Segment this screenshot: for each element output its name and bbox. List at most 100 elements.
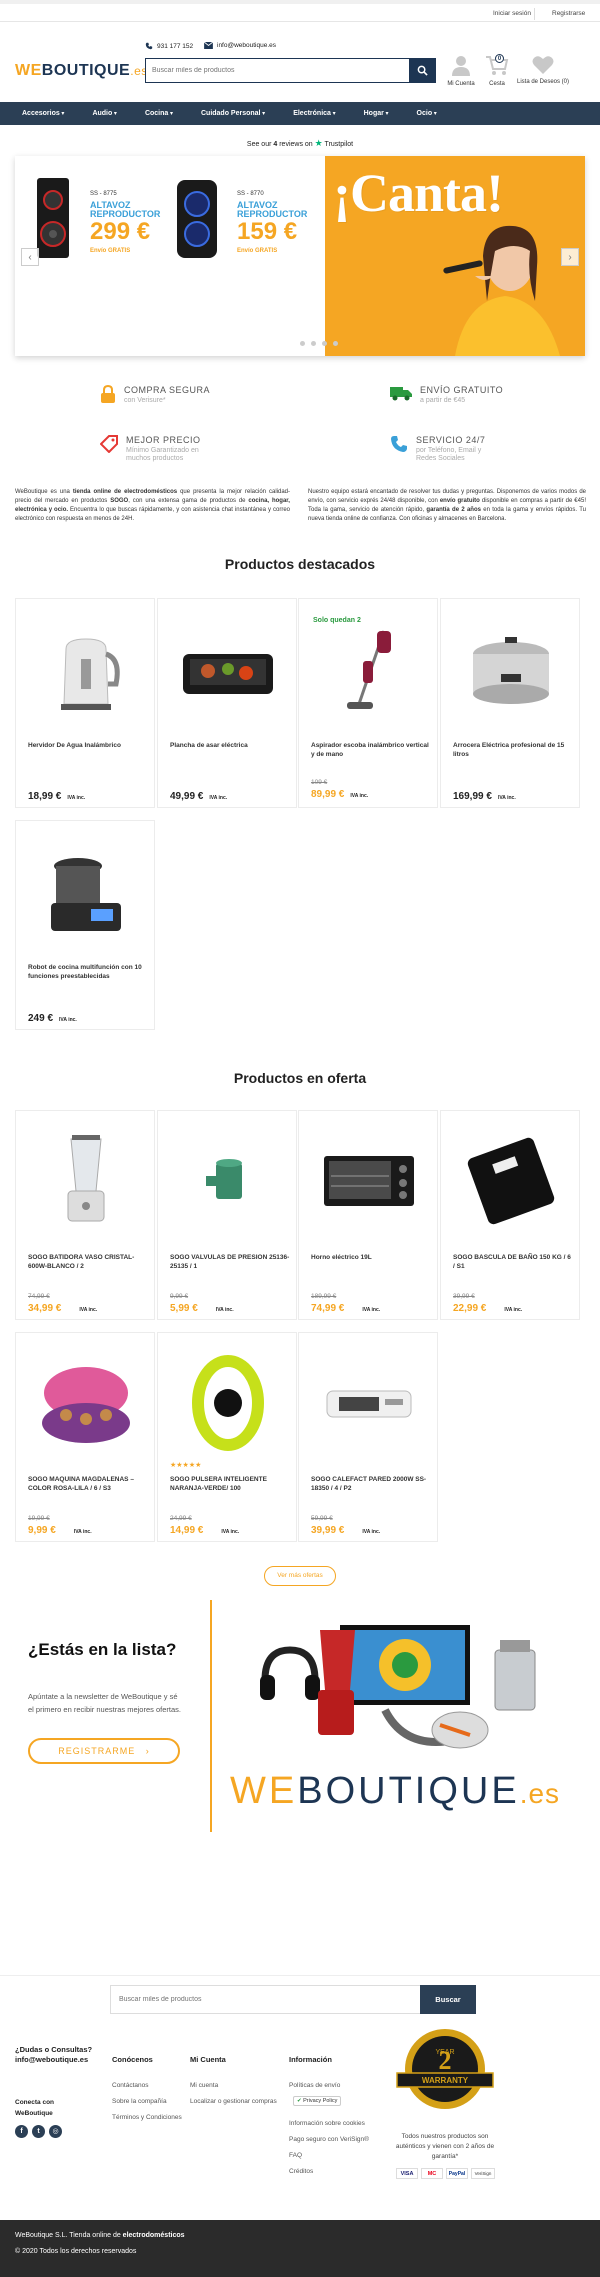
slider-prev-button[interactable]: ‹: [21, 248, 39, 266]
logo-we: WE: [15, 62, 42, 79]
product-card[interactable]: Plancha de asar eléctrica 49,99 € IVA inc…: [157, 598, 297, 808]
wishlist-link[interactable]: Lista de Deseos (0): [513, 55, 573, 85]
hero-slider[interactable]: SS - 8775 ALTAVOZ REPRODUCTOR 299 € Enví…: [15, 156, 585, 356]
chevron-right-icon: ›: [568, 251, 572, 263]
nav-item-electronica[interactable]: Electrónica: [293, 110, 335, 117]
oven-icon: [324, 1156, 414, 1206]
nav-item-audio[interactable]: Audio: [92, 110, 117, 117]
slider-dot[interactable]: [300, 341, 305, 346]
product-name[interactable]: SOGO VALVULAS DE PRESION 25136-25135 / 1: [170, 1253, 290, 1271]
hero-model-1: SS - 8775: [90, 191, 117, 197]
product-name[interactable]: SOGO BASCULA DE BAÑO 150 KG / 6 / S1: [453, 1253, 573, 1271]
product-card[interactable]: SOGO BASCULA DE BAÑO 150 KG / 6 / S1 39,…: [440, 1110, 580, 1320]
login-link[interactable]: Iniciar sesión: [493, 10, 531, 17]
slider-next-button[interactable]: ›: [561, 248, 579, 266]
footer-link-contact[interactable]: Contáctanos: [112, 2082, 149, 2089]
nav-item-cuidado-personal[interactable]: Cuidado Personal: [201, 110, 265, 117]
old-price: 59,99 €: [311, 1515, 333, 1522]
bottom-bar: WeBoutique S.L. Tienda online de electro…: [0, 2220, 600, 2277]
footer-link-secure-payment[interactable]: Pago seguro con VeriSign®: [289, 2136, 369, 2143]
product-card[interactable]: Solo quedan 2 Aspirador escoba inalámbri…: [298, 598, 438, 808]
footer-link-terms[interactable]: Términos y Condiciones: [112, 2114, 182, 2121]
kettle-icon: [61, 638, 120, 710]
footer-link-shipping[interactable]: Políticas de envío: [289, 2082, 340, 2089]
product-name[interactable]: SOGO CALEFACT PARED 2000W SS-18350 / 4 /…: [311, 1475, 431, 1493]
product-card[interactable]: ★★★★★ SOGO PULSERA INTELIGENTE NARANJA-V…: [157, 1332, 297, 1542]
product-name[interactable]: Hervidor De Agua Inalámbrico: [28, 741, 148, 750]
footer-link-account[interactable]: Mi cuenta: [190, 2082, 218, 2089]
help-email[interactable]: info@weboutique.es: [15, 2055, 88, 2064]
footer-link-about[interactable]: Sobre la compañía: [112, 2098, 167, 2105]
product-card[interactable]: Robot de cocina multifunción con 10 func…: [15, 820, 155, 1030]
email-address: info@weboutique.es: [217, 42, 276, 49]
price-value: 249 €: [28, 1013, 54, 1024]
price-value: 34,99 €: [28, 1303, 62, 1314]
product-price: 9,99 € IVA inc.: [28, 1525, 92, 1536]
nav-item-cocina[interactable]: Cocina: [145, 110, 173, 117]
product-name[interactable]: Horno eléctrico 19L: [311, 1253, 431, 1262]
product-name[interactable]: Aspirador escoba inalámbrico vertical y …: [311, 741, 431, 759]
privacy-label: Privacy Policy: [303, 2098, 338, 2104]
feature-title: COMPRA SEGURA: [124, 385, 211, 395]
footer-link-faq[interactable]: FAQ: [289, 2152, 302, 2159]
twitter-icon[interactable]: t: [32, 2125, 45, 2138]
see-more-offers-button[interactable]: Ver más ofertas: [264, 1566, 336, 1586]
product-card[interactable]: SOGO CALEFACT PARED 2000W SS-18350 / 4 /…: [298, 1332, 438, 1542]
slider-dots: [300, 341, 338, 346]
product-name[interactable]: Robot de cocina multifunción con 10 func…: [28, 963, 148, 981]
footer-link-cookies[interactable]: Información sobre cookies: [289, 2120, 365, 2127]
footer-link-credits[interactable]: Créditos: [289, 2168, 313, 2175]
product-card[interactable]: SOGO MAQUINA MAGDALENAS – COLOR ROSA-LIL…: [15, 1332, 155, 1542]
speaker-image: [37, 178, 69, 258]
product-card[interactable]: Arrocera Eléctrica profesional de 15 lit…: [440, 598, 580, 808]
feature-title: SERVICIO 24/7: [416, 435, 486, 445]
register-link[interactable]: Registrarse: [552, 10, 585, 17]
nav-item-hogar[interactable]: Hogar: [364, 110, 389, 117]
footer-search-button[interactable]: Buscar: [420, 1985, 476, 2014]
search-button[interactable]: [409, 59, 435, 82]
mastercard-icon: MC: [421, 2168, 443, 2179]
nav-item-ocio[interactable]: Ocio: [417, 110, 437, 117]
user-icon: [452, 56, 470, 76]
product-name[interactable]: Arrocera Eléctrica profesional de 15 lit…: [453, 741, 573, 759]
site-logo[interactable]: WEBOUTIQUE.es: [15, 62, 148, 80]
slider-dot[interactable]: [333, 341, 338, 346]
slider-dot[interactable]: [322, 341, 327, 346]
instagram-icon[interactable]: ◎: [49, 2125, 62, 2138]
trustpilot-brand: Trustpilot: [324, 141, 354, 148]
search-input[interactable]: [146, 59, 408, 82]
slider-dot[interactable]: [311, 341, 316, 346]
product-name[interactable]: Plancha de asar eléctrica: [170, 741, 290, 750]
logo-boutique: BOUTIQUE: [41, 62, 131, 79]
product-card[interactable]: Horno eléctrico 19L 189,99 € 74,99 € IVA …: [298, 1110, 438, 1320]
smartband-icon: [192, 1355, 264, 1451]
product-card[interactable]: SOGO BATIDORA VASO CRISTAL-600W-BLANCO /…: [15, 1110, 155, 1320]
chevron-right-icon: ›: [138, 1746, 150, 1756]
iva-label: IVA inc.: [497, 795, 516, 801]
account-link[interactable]: Mi Cuenta: [441, 55, 481, 87]
product-name[interactable]: SOGO BATIDORA VASO CRISTAL-600W-BLANCO /…: [28, 1253, 148, 1271]
cart-link[interactable]: 0 Cesta: [477, 54, 517, 87]
warranty-band: WARRANTY: [422, 2076, 469, 2085]
newsletter-register-button[interactable]: REGISTRARME ›: [28, 1738, 180, 1764]
help-title: ¿Dudas o Consultas?: [15, 2045, 93, 2054]
footer-link-orders[interactable]: Localizar o gestionar compras: [190, 2098, 277, 2105]
iva-label: IVA inc.: [504, 1307, 523, 1313]
product-price: 14,99 € IVA inc.: [170, 1525, 239, 1536]
facebook-icon[interactable]: f: [15, 2125, 28, 2138]
email-contact[interactable]: info@weboutique.es: [204, 42, 276, 49]
phone-contact[interactable]: 931 177 152: [145, 42, 193, 50]
copyright-text: © 2020 Todos los derechos reservados: [15, 2248, 137, 2255]
product-card[interactable]: Hervidor De Agua Inalámbrico 18,99 € IVA …: [15, 598, 155, 808]
trustpilot-widget[interactable]: See our 4 reviews on ★ Trustpilot: [0, 138, 600, 149]
footer-link-privacy[interactable]: ✔ Privacy Policy: [293, 2096, 342, 2106]
lock-icon: [101, 385, 115, 403]
header-search: [145, 58, 436, 83]
footer-search-input[interactable]: [111, 1986, 431, 2013]
brand-es: .es: [519, 1778, 561, 1809]
price-value: 5,99 €: [170, 1303, 198, 1314]
nav-item-accesorios[interactable]: Accesorios: [22, 110, 64, 117]
product-name[interactable]: SOGO PULSERA INTELIGENTE NARANJA-VERDE/ …: [170, 1475, 290, 1493]
product-name[interactable]: SOGO MAQUINA MAGDALENAS – COLOR ROSA-LIL…: [28, 1475, 148, 1493]
product-card[interactable]: SOGO VALVULAS DE PRESION 25136-25135 / 1…: [157, 1110, 297, 1320]
